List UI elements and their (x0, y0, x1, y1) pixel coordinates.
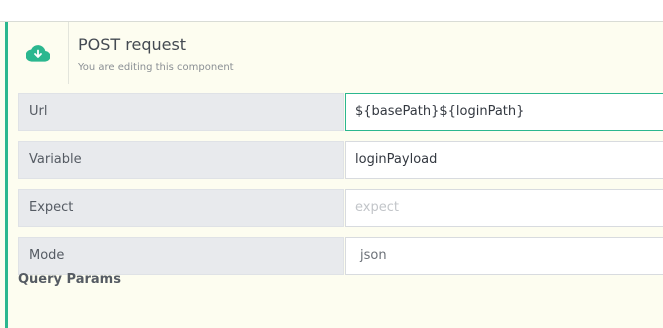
url-label: Url (18, 93, 344, 131)
variable-row: Variable loginPayload (18, 141, 663, 179)
url-row: Url ${basePath}${loginPath} (18, 93, 663, 131)
expect-row: Expect expect (18, 189, 663, 227)
component-subtitle: You are editing this component (78, 62, 234, 73)
mode-select[interactable]: json (345, 237, 663, 275)
component-header: POST request You are editing this compon… (8, 22, 663, 84)
query-params-heading: Query Params (18, 272, 121, 287)
url-input[interactable]: ${basePath}${loginPath} (345, 93, 663, 131)
variable-label: Variable (18, 141, 344, 179)
mode-label: Mode (18, 237, 344, 275)
mode-row: Mode json (18, 237, 663, 275)
component-icon-box (8, 22, 69, 84)
expect-label: Expect (18, 189, 344, 227)
cloud-download-icon (26, 45, 50, 62)
variable-input[interactable]: loginPayload (345, 141, 663, 179)
component-title: POST request (78, 35, 187, 54)
expect-input[interactable]: expect (345, 189, 663, 227)
